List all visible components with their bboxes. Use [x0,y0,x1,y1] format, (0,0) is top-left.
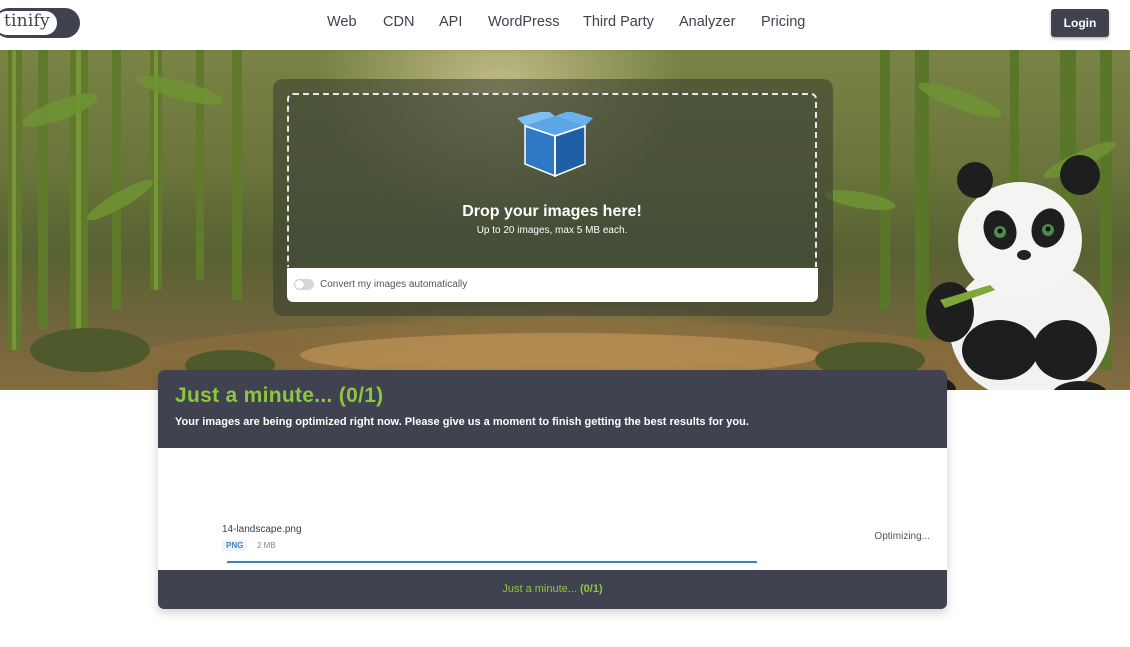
footer-count: (0/1) [580,583,603,595]
box-icon [517,112,593,178]
convert-option-bar: Convert my images automatically [287,268,818,302]
convert-toggle[interactable] [294,279,314,290]
progress-bar [227,561,757,563]
footer-status: Just a minute... (0/1) [158,583,947,595]
nav-pricing[interactable]: Pricing [761,14,805,30]
dropzone-title: Drop your images here! [462,203,642,220]
footer-text: Just a minute... [502,583,577,595]
results-footer: Just a minute... (0/1) [158,570,947,609]
progress-fill [227,561,757,563]
results-header: Just a minute... (0/1) Your images are b… [158,370,947,448]
nav-wordpress[interactable]: WordPress [488,14,559,30]
file-status: Optimizing... [874,531,930,542]
results-title: Just a minute... (0/1) [175,384,384,407]
file-name: 14-landscape.png [222,524,302,535]
image-dropzone[interactable]: Drop your images here! Up to 20 images, … [287,93,817,267]
file-type-badge: PNG [222,540,248,551]
file-size: 2 MB [257,541,276,550]
nav-api[interactable]: API [439,14,462,30]
nav-cdn[interactable]: CDN [383,14,414,30]
dropzone-subtitle: Up to 20 images, max 5 MB each. [476,225,628,236]
results-panel: Just a minute... (0/1) Your images are b… [158,370,947,609]
top-navigation-bar: tinify Web CDN API WordPress Third Party… [0,0,1130,50]
results-description: Your images are being optimized right no… [175,416,749,428]
login-button[interactable]: Login [1051,9,1109,37]
toggle-knob [295,280,304,289]
nav-web[interactable]: Web [327,14,357,30]
main-nav: Web CDN API WordPress Third Party Analyz… [0,14,1130,34]
nav-analyzer[interactable]: Analyzer [679,14,735,30]
convert-label[interactable]: Convert my images automatically [320,279,467,290]
nav-third-party[interactable]: Third Party [583,14,654,30]
